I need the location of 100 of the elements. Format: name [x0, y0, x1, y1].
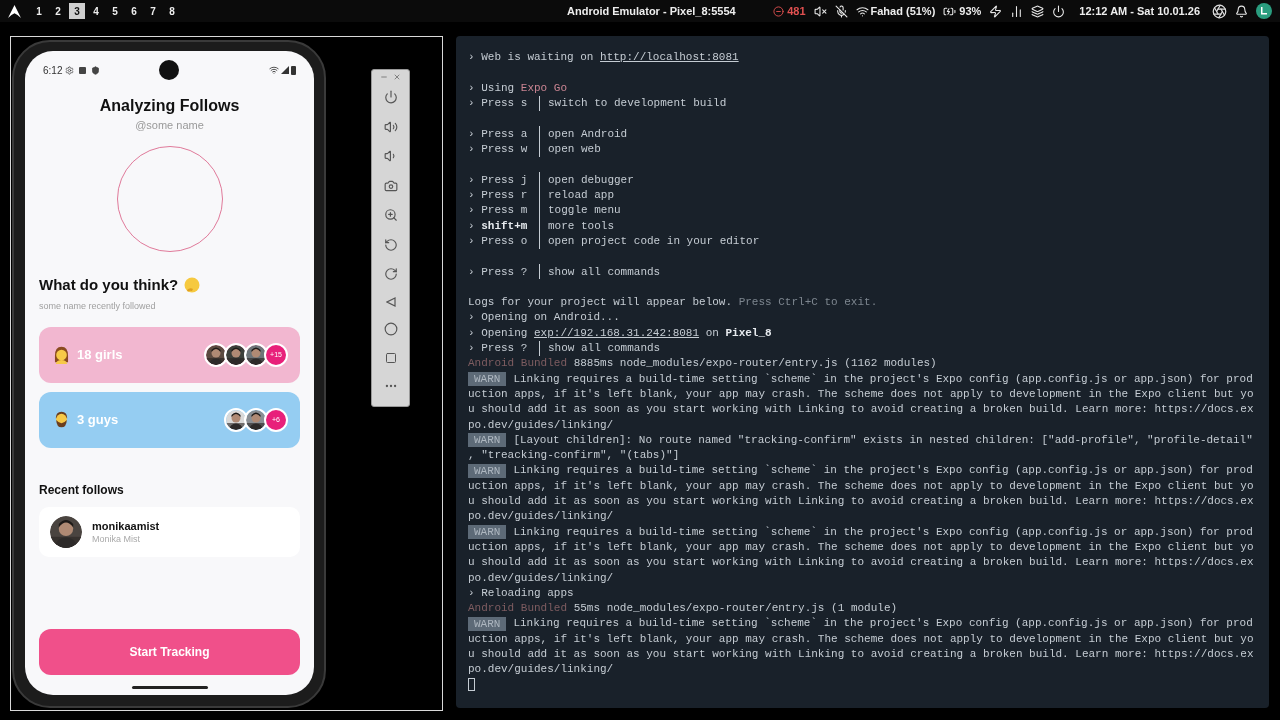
signal-icon	[281, 66, 289, 74]
terminal-text: › Press o	[468, 233, 529, 249]
clock: 12:12 AM - Sat 10.01.26	[1079, 3, 1200, 19]
notification-icon	[79, 66, 87, 74]
workspace-button[interactable]: 2	[50, 3, 66, 19]
terminal-text: › Using Expo Go	[468, 81, 568, 96]
terminal-text: Linking requires a build-time setting `scheme` in the project's Expo config (app.config.js or app.json) for prod	[513, 524, 1253, 540]
terminal-text: Linking requires a build-time setting `scheme` in the project's Expo config (app.config.js or app.json) for prod	[513, 616, 1253, 632]
wifi-icon	[269, 65, 279, 75]
terminal-text: switch to development build	[548, 96, 727, 112]
terminal-text: › Press s	[468, 96, 529, 112]
terminal-text: , "treacking-confirm", "(tabs)"]	[468, 448, 680, 464]
terminal-text: › Press ?	[468, 264, 529, 280]
terminal-text: uction apps, if it's left blank, your app may crash. The scheme does not apply to development in the Expo client but yo	[468, 631, 1254, 647]
home-icon[interactable]	[383, 322, 398, 336]
section-heading: Recent follows	[38, 482, 125, 498]
terminal-text: › Press m	[468, 203, 529, 219]
workspace-button[interactable]: 4	[88, 3, 104, 19]
terminal-text: Linking requires a build-time setting `scheme` in the project's Expo config (app.config.js or app.json) for prod	[513, 463, 1253, 479]
warn-badge: WARN	[468, 433, 507, 448]
warn-badge: WARN	[468, 463, 507, 478]
woman-icon	[53, 346, 70, 364]
notifications-icon[interactable]	[1235, 4, 1248, 18]
power-icon[interactable]	[1052, 4, 1066, 18]
workspace-button[interactable]: 8	[164, 3, 180, 19]
rotate-right-icon[interactable]	[383, 267, 398, 281]
terminal-text: open Android	[548, 126, 628, 142]
workspace-button[interactable]: 7	[145, 3, 161, 19]
terminal-text: po.dev/guides/linking/	[468, 570, 614, 586]
camera-icon[interactable]	[383, 178, 398, 193]
terminal-text: › Reloading apps	[468, 585, 574, 601]
bearded-man-icon	[53, 411, 70, 429]
terminal-text: Android Bundled 55ms node_modules/expo-router/entry.js (1 module)	[468, 601, 898, 617]
username: monikaamist	[92, 519, 160, 533]
terminal-text: more tools	[548, 218, 614, 234]
wifi-icon[interactable]	[855, 4, 869, 18]
bolt-icon[interactable]	[989, 4, 1003, 18]
notification-count: 481	[787, 3, 806, 19]
mic-off-icon[interactable]	[834, 4, 848, 18]
group-label: 18 girls	[77, 346, 123, 365]
display-name: Monika Mist	[92, 533, 141, 545]
terminal-text: show all commands	[548, 264, 661, 280]
account-icon[interactable]	[1256, 3, 1272, 19]
volume-up-icon[interactable]	[383, 119, 398, 134]
zoom-icon[interactable]	[383, 208, 398, 222]
terminal-text: › Press j	[468, 172, 529, 188]
terminal-text: › Press r	[468, 188, 529, 204]
close-icon[interactable]	[393, 73, 401, 81]
workspace-button[interactable]: 6	[126, 3, 142, 19]
window-title: Android Emulator - Pixel_8:5554	[567, 3, 736, 19]
terminal-text: › Press a	[468, 126, 529, 142]
warn-badge: WARN	[468, 616, 507, 631]
terminal-text: Android Bundled 8885ms node_modules/expo-router/entry.js (1162 modules)	[468, 356, 937, 372]
subtitle: some name recently followed	[38, 300, 157, 312]
terminal-text: › Opening exp://192.168.31.242:8081 on Pixel_8	[468, 325, 772, 341]
workspace-button[interactable]: 1	[31, 3, 47, 19]
text-cursor	[468, 678, 475, 692]
camera-icon	[159, 60, 179, 80]
terminal-text: show all commands	[548, 341, 661, 357]
terminal-text: u should add it as soon as you start working with Linking to avoid creating a broken build. Learn more: https://docs.ex	[468, 402, 1254, 418]
screen-title: Analyzing Follows	[98, 96, 241, 116]
overview-icon[interactable]	[384, 351, 397, 364]
terminal-text: open project code in your editor	[548, 233, 760, 249]
terminal-text: u should add it as soon as you start working with Linking to avoid creating a broken build. Learn more: https://docs.ex	[468, 494, 1254, 509]
terminal-text: po.dev/guides/linking/	[468, 662, 614, 678]
workspace-button[interactable]: 3	[69, 3, 85, 19]
thinking-face-icon	[184, 277, 201, 293]
bars-icon[interactable]	[1010, 4, 1024, 18]
warn-badge: WARN	[468, 371, 507, 386]
terminal-text: po.dev/guides/linking/	[468, 509, 614, 525]
handle: @some name	[134, 118, 205, 132]
aperture-icon[interactable]	[1212, 3, 1227, 19]
shield-icon	[91, 65, 101, 75]
follow-card[interactable]: monikaamist Monika Mist	[39, 507, 300, 557]
terminal-text: uction apps, if it's left blank, your app may crash. The scheme does not apply to development in the Expo client but yo	[468, 478, 1254, 494]
layers-icon[interactable]	[1031, 4, 1045, 18]
terminal-text: › shift+m	[468, 218, 529, 234]
terminal-text: uction apps, if it's left blank, your app may crash. The scheme does not apply to development in the Expo client but yo	[468, 386, 1254, 402]
terminal-text: toggle menu	[548, 203, 621, 219]
terminal-text: reload app	[548, 188, 614, 204]
mute-icon[interactable]	[813, 4, 827, 18]
rotate-left-icon[interactable]	[383, 237, 398, 252]
status-time: 6:12	[43, 63, 63, 78]
warn-badge: WARN	[468, 524, 507, 539]
workspace-button[interactable]: 5	[107, 3, 123, 19]
terminal-text: uction apps, if it's left blank, your app may crash. The scheme does not apply to development in the Expo client but yo	[468, 539, 1254, 555]
battery-icon	[291, 65, 296, 75]
terminal-text: Logs for your project will appear below. Press Ctrl+C to exit.	[468, 295, 878, 311]
terminal-text: u should add it as soon as you start working with Linking to avoid creating a broken build. Learn more: https://docs.ex	[468, 647, 1254, 662]
back-icon[interactable]	[385, 296, 396, 307]
wifi-label: Fahad (51%)	[870, 3, 936, 19]
group-label: 3 guys	[77, 411, 119, 430]
terminal-text: Linking requires a build-time setting `scheme` in the project's Expo config (app.config.js or app.json) for prod	[513, 371, 1253, 387]
terminal-text: open debugger	[548, 172, 634, 188]
terminal-text: [Layout children]: No route named "tracking-confirm" exists in nested children: ["add-profile", "profile-detail"	[513, 432, 1253, 448]
battery-label: 93%	[959, 3, 982, 19]
logo-icon[interactable]	[8, 4, 21, 18]
terminal-text: › Press w	[468, 142, 529, 158]
status-icon[interactable]	[773, 5, 785, 17]
terminal-text: u should add it as soon as you start working with Linking to avoid creating a broken build. Learn more: https://docs.ex	[468, 555, 1254, 571]
